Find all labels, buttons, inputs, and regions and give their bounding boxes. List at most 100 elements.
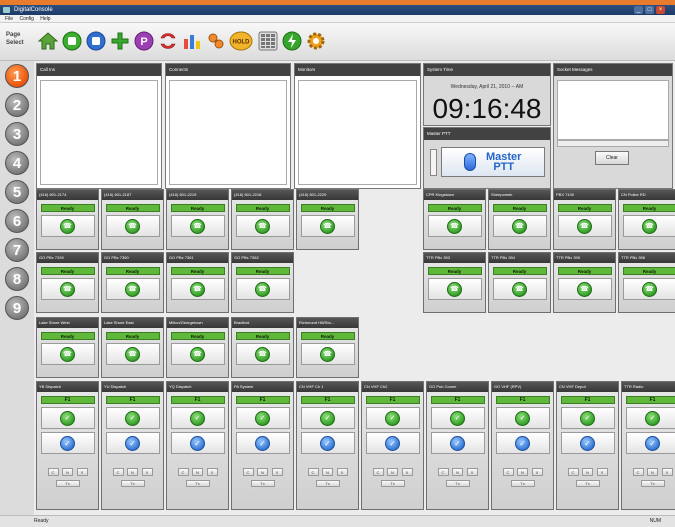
select-channel-button[interactable]: ✓ (105, 407, 160, 429)
conference-icon[interactable] (205, 30, 227, 52)
home-icon[interactable] (37, 30, 59, 52)
stop-circle-icon[interactable] (85, 30, 107, 52)
page-button-1[interactable]: 1 (5, 64, 29, 88)
answer-call-button[interactable]: ☎ (40, 215, 95, 237)
tx-button[interactable]: Tx (315, 480, 340, 487)
select-channel-button[interactable]: ✓ (365, 407, 420, 429)
channel-control-button[interactable]: X (206, 468, 218, 476)
channel-control-button[interactable]: N (517, 468, 528, 476)
select-channel-button[interactable]: ✓ (430, 407, 485, 429)
page-button-5[interactable]: 5 (5, 180, 29, 204)
select-channel-button[interactable]: ✓ (235, 407, 290, 429)
channel-control-button[interactable]: C (632, 468, 644, 476)
page-button-6[interactable]: 6 (5, 209, 29, 233)
answer-call-button[interactable]: ☎ (622, 278, 675, 300)
channel-control-button[interactable]: X (271, 468, 283, 476)
select-channel-button[interactable]: ✓ (625, 407, 675, 429)
channel-control-button[interactable]: C (372, 468, 384, 476)
select-channel-button[interactable]: ✓ (170, 407, 225, 429)
settings-gear-icon[interactable] (305, 30, 327, 52)
tx-button[interactable]: Tx (575, 480, 600, 487)
channel-control-button[interactable]: X (76, 468, 88, 476)
transfer-icon[interactable] (157, 30, 179, 52)
channel-control-button[interactable]: N (452, 468, 463, 476)
menu-help[interactable]: Help (40, 16, 50, 22)
transmit-button[interactable]: ✓ (235, 432, 290, 454)
channel-control-button[interactable]: C (177, 468, 189, 476)
channel-control-button[interactable]: N (322, 468, 333, 476)
answer-call-button[interactable]: ☎ (105, 215, 160, 237)
answer-call-button[interactable]: ☎ (492, 278, 547, 300)
transmit-button[interactable]: ✓ (430, 432, 485, 454)
channel-control-button[interactable]: X (466, 468, 478, 476)
tx-button[interactable]: Tx (250, 480, 275, 487)
transmit-button[interactable]: ✓ (625, 432, 675, 454)
page-button-9[interactable]: 9 (5, 296, 29, 320)
tx-button[interactable]: Tx (55, 480, 80, 487)
channel-control-button[interactable]: C (502, 468, 514, 476)
transmit-button[interactable]: ✓ (365, 432, 420, 454)
tx-button[interactable]: Tx (445, 480, 470, 487)
channel-control-button[interactable]: C (242, 468, 254, 476)
channel-control-button[interactable]: X (596, 468, 608, 476)
channel-control-button[interactable]: N (127, 468, 138, 476)
transmit-button[interactable]: ✓ (105, 432, 160, 454)
answer-call-button[interactable]: ☎ (235, 278, 290, 300)
answer-call-button[interactable]: ☎ (105, 278, 160, 300)
channel-control-button[interactable]: N (62, 468, 73, 476)
channel-control-button[interactable]: N (387, 468, 398, 476)
hold-icon[interactable]: HOLD (229, 30, 253, 52)
transmit-button[interactable]: ✓ (560, 432, 615, 454)
park-icon[interactable]: P (133, 30, 155, 52)
answer-call-button[interactable]: ☎ (170, 215, 225, 237)
channel-control-button[interactable]: C (567, 468, 579, 476)
tx-button[interactable]: Tx (185, 480, 210, 487)
menu-file[interactable]: File (5, 16, 13, 22)
horizontal-scrollbar[interactable] (557, 140, 669, 147)
answer-call-button[interactable]: ☎ (300, 343, 355, 365)
channel-control-button[interactable]: N (582, 468, 593, 476)
channel-control-button[interactable]: X (401, 468, 413, 476)
channel-control-button[interactable]: C (437, 468, 449, 476)
monitors-list[interactable] (298, 80, 417, 185)
close-icon[interactable]: × (656, 6, 665, 14)
answer-call-button[interactable]: ☎ (622, 215, 675, 237)
tx-button[interactable]: Tx (510, 480, 535, 487)
select-channel-button[interactable]: ✓ (495, 407, 550, 429)
channel-control-button[interactable]: X (141, 468, 153, 476)
channel-control-button[interactable]: N (192, 468, 203, 476)
page-button-4[interactable]: 4 (5, 151, 29, 175)
channel-control-button[interactable]: N (647, 468, 658, 476)
answer-call-button[interactable]: ☎ (427, 278, 482, 300)
answer-call-button[interactable]: ☎ (40, 278, 95, 300)
answer-call-button[interactable]: ☎ (235, 215, 290, 237)
channel-control-button[interactable]: X (531, 468, 543, 476)
add-icon[interactable] (109, 30, 131, 52)
select-channel-button[interactable]: ✓ (300, 407, 355, 429)
transmit-button[interactable]: ✓ (40, 432, 95, 454)
channel-control-button[interactable]: C (112, 468, 124, 476)
answer-call-button[interactable]: ☎ (557, 215, 612, 237)
dialpad-icon[interactable] (257, 30, 279, 52)
channel-control-button[interactable]: N (257, 468, 268, 476)
answer-call-button[interactable]: ☎ (492, 215, 547, 237)
minimize-icon[interactable]: _ (634, 6, 643, 14)
page-button-3[interactable]: 3 (5, 122, 29, 146)
transmit-button[interactable]: ✓ (495, 432, 550, 454)
channel-control-button[interactable]: C (47, 468, 59, 476)
tx-button[interactable]: Tx (640, 480, 665, 487)
select-channel-button[interactable]: ✓ (560, 407, 615, 429)
power-icon[interactable] (281, 30, 303, 52)
answer-call-button[interactable]: ☎ (427, 215, 482, 237)
connects-list[interactable] (169, 80, 287, 185)
answer-call-button[interactable]: ☎ (40, 343, 95, 365)
socket-messages-log[interactable] (557, 80, 669, 140)
statistics-icon[interactable] (181, 30, 203, 52)
answer-call-button[interactable]: ☎ (235, 343, 290, 365)
start-circle-icon[interactable] (61, 30, 83, 52)
channel-control-button[interactable]: X (336, 468, 348, 476)
tx-button[interactable]: Tx (120, 480, 145, 487)
page-button-2[interactable]: 2 (5, 93, 29, 117)
menu-config[interactable]: Config (19, 16, 33, 22)
channel-control-button[interactable]: X (661, 468, 673, 476)
